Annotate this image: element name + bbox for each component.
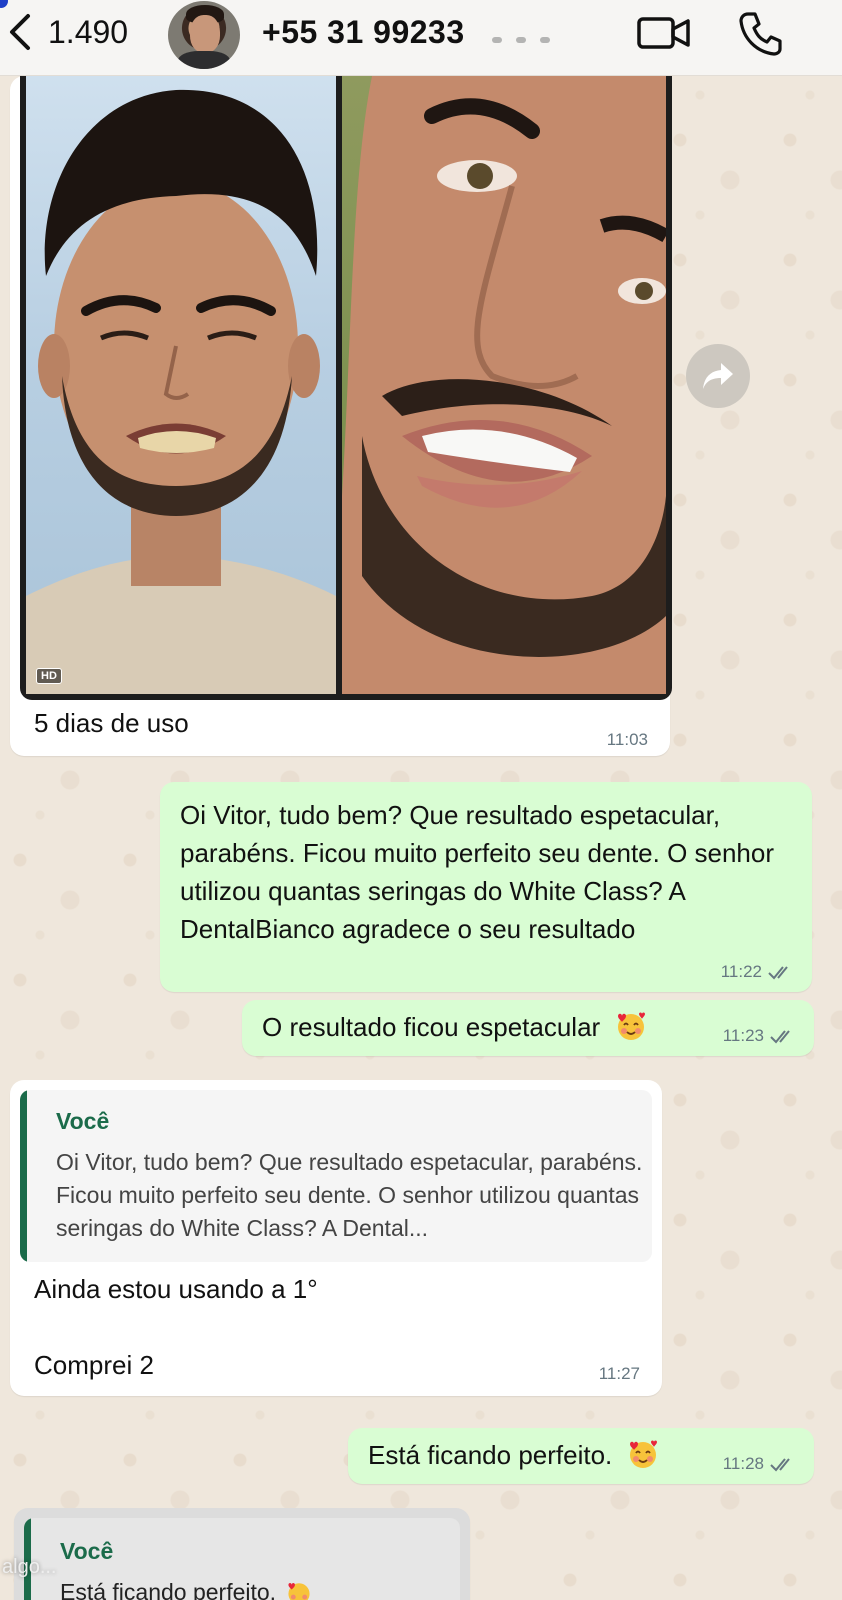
timestamp-text: 11:28 xyxy=(722,1454,764,1473)
forward-arrow-icon xyxy=(703,363,733,389)
message-meta: 11:27 xyxy=(599,1364,640,1384)
incoming-message-bubble[interactable]: Você Oi Vitor, tudo bem? Que resultado e… xyxy=(10,1080,662,1396)
quoted-message[interactable]: Você Está ficando perfeito. xyxy=(24,1518,460,1600)
chat-header: 1.490 +55 31 99233 xyxy=(0,0,842,76)
forward-button[interactable] xyxy=(686,344,750,408)
quote-author: Você xyxy=(60,1538,114,1564)
quote-text: Oi Vitor, tudo bem? Que resultado espeta… xyxy=(56,1149,643,1241)
timestamp-text: 11:23 xyxy=(722,1026,764,1045)
message-meta: 11:22 xyxy=(721,962,794,982)
smiling-face-with-hearts-icon xyxy=(288,1583,310,1600)
outgoing-message-bubble[interactable]: Oi Vitor, tudo bem? Que resultado espeta… xyxy=(160,782,812,992)
image-message-bubble[interactable]: HD 5 dias de uso 11:03 xyxy=(10,76,672,756)
message-text: Oi Vitor, tudo bem? Que resultado espeta… xyxy=(180,800,775,944)
timestamp-text: 11:03 xyxy=(606,730,648,749)
quote-author: Você xyxy=(56,1108,110,1134)
overlay-text: algo... xyxy=(2,1556,57,1578)
message-text: Comprei 2 xyxy=(34,1350,154,1380)
contact-name[interactable]: +55 31 99233 xyxy=(262,14,465,51)
phone-call-icon[interactable] xyxy=(738,10,782,56)
after-photo xyxy=(342,76,666,694)
quote-accent-bar xyxy=(20,1090,27,1262)
photo-collage[interactable]: HD xyxy=(20,76,672,700)
outgoing-message-bubble[interactable]: O resultado ficou espetacular 11:23 xyxy=(242,1000,814,1056)
image-caption: 5 dias de uso xyxy=(34,708,189,738)
message-meta: 11:23 xyxy=(723,1026,796,1046)
smiling-face-with-hearts-icon xyxy=(617,1012,645,1040)
double-check-icon xyxy=(770,1030,790,1044)
quote-text-content: Está ficando perfeito. xyxy=(60,1579,277,1600)
quoted-message[interactable]: Você Oi Vitor, tudo bem? Que resultado e… xyxy=(20,1090,652,1262)
notification-dot xyxy=(0,0,8,8)
timestamp-text: 11:22 xyxy=(720,962,762,981)
contact-name-redacted xyxy=(492,30,570,43)
message-text: O resultado ficou espetacular xyxy=(262,1012,601,1042)
timestamp-text: 11:27 xyxy=(598,1364,640,1383)
back-chevron-icon[interactable] xyxy=(4,12,38,52)
message-text: Ainda estou usando a 1° xyxy=(34,1274,318,1304)
video-call-icon[interactable] xyxy=(636,12,692,54)
before-photo xyxy=(26,76,336,694)
double-check-icon xyxy=(768,966,788,980)
message-meta: 11:28 xyxy=(723,1454,796,1474)
double-check-icon xyxy=(770,1458,790,1472)
message-text: Está ficando perfeito. xyxy=(368,1440,613,1470)
unread-count[interactable]: 1.490 xyxy=(48,14,128,51)
message-timestamp: 11:03 xyxy=(607,730,648,750)
avatar[interactable] xyxy=(168,1,240,69)
incoming-message-bubble[interactable]: Você Está ficando perfeito. xyxy=(14,1508,470,1600)
outgoing-message-bubble[interactable]: Está ficando perfeito. 11:28 xyxy=(348,1428,814,1484)
smiling-face-with-hearts-icon xyxy=(629,1440,657,1468)
quote-text: Está ficando perfeito. xyxy=(60,1576,460,1600)
hd-badge: HD xyxy=(36,668,62,684)
